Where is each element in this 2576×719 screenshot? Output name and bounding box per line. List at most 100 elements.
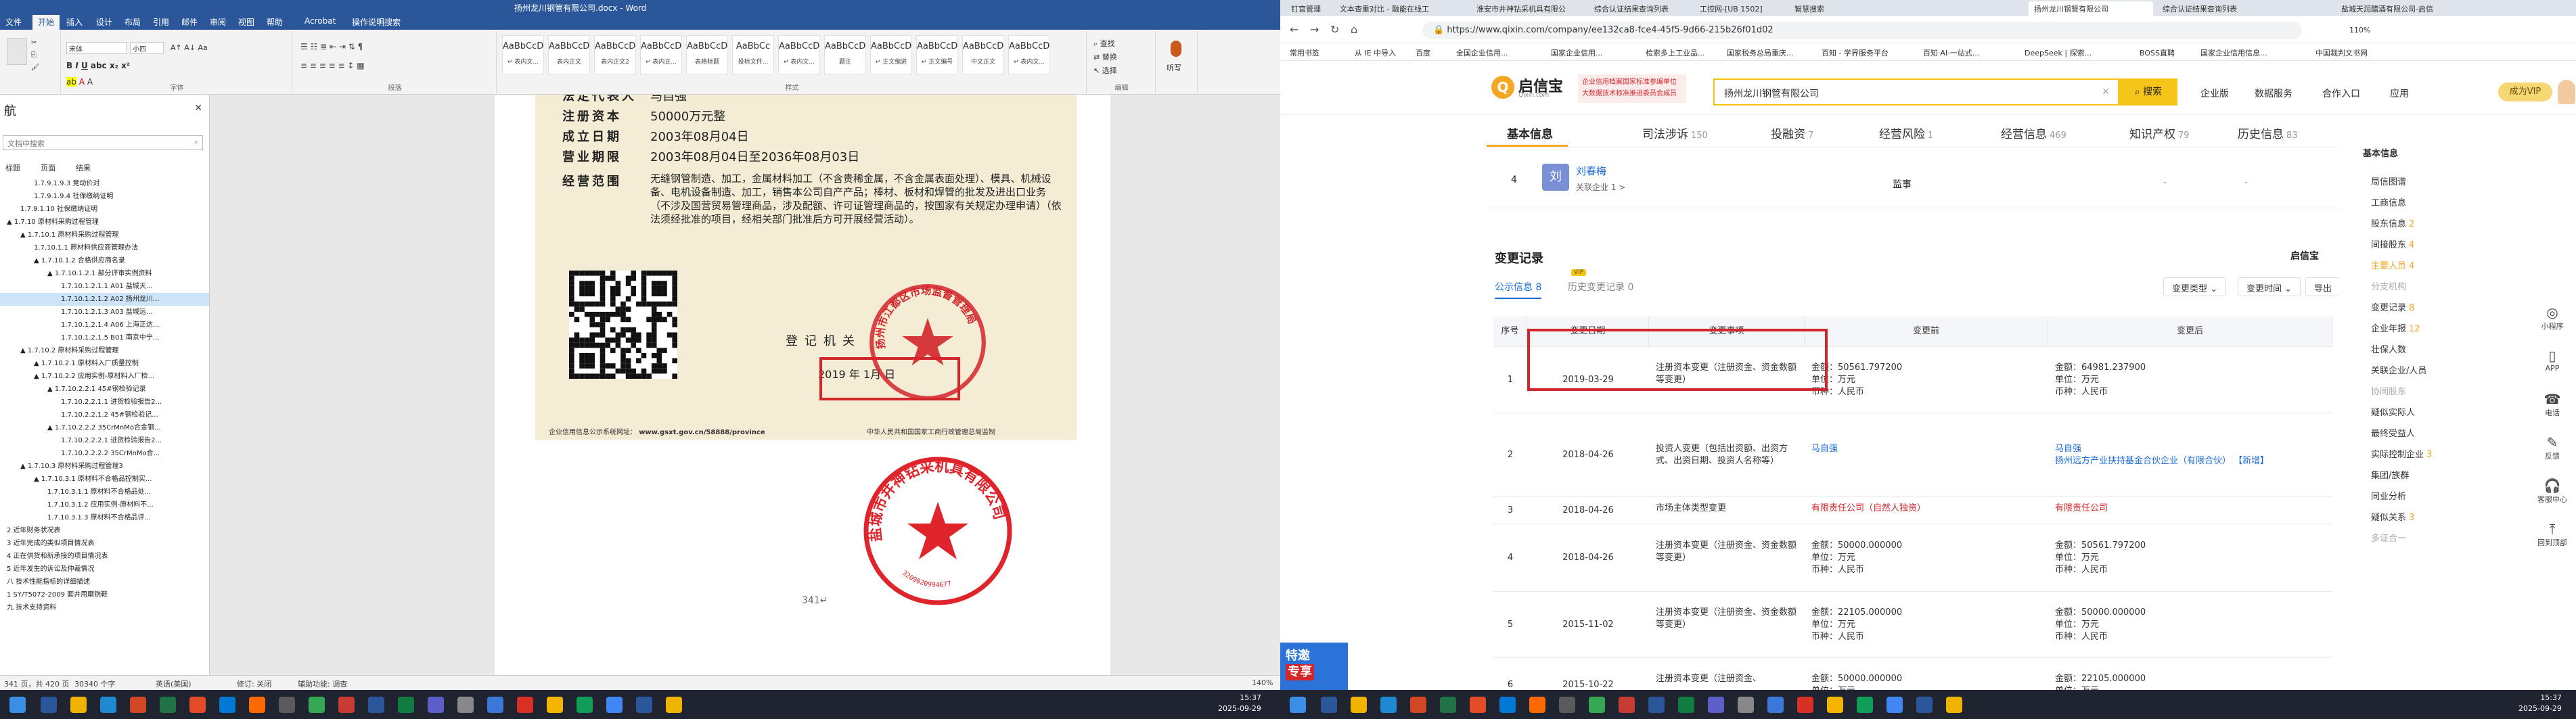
nav-heading-item[interactable]: ▲ 1.7.10.2 原材料采购过程管理	[0, 344, 209, 357]
tab-public-info[interactable]: 公示信息 8	[1495, 280, 1542, 299]
clear-icon[interactable]: ✕	[2102, 87, 2110, 97]
windows-start-icon[interactable]	[9, 697, 26, 713]
taskbar-app-icon[interactable]	[517, 697, 533, 713]
taskbar-app-icon[interactable]	[1738, 697, 1754, 713]
font-style-buttons[interactable]: B I U abc x₂ x²	[66, 61, 130, 70]
taskbar-app-icon[interactable]	[428, 697, 444, 713]
status-revise[interactable]: 修订: 关闭	[237, 678, 271, 689]
sidebar-item[interactable]: 同业分析	[2371, 489, 2406, 502]
taskbar-clock-right[interactable]: 15:37 2025-09-29	[2518, 693, 2562, 714]
company-tab[interactable]: 经营信息 469	[2001, 124, 2066, 141]
document-page[interactable]: 法定代表人 马自强 注册资本 50000万元整 成立日期 2003年08月04日 营业期限 2…	[495, 95, 1110, 675]
nav-heading-item[interactable]: 1.7.10.3.1.2 应用实例-原材料不...	[0, 498, 209, 511]
font-grow-icon[interactable]: A↑ A↓ Aa	[171, 43, 208, 52]
word-tab-8[interactable]: 视图	[238, 16, 254, 28]
sidebar-item[interactable]: 企业年报 12	[2371, 321, 2420, 334]
status-words[interactable]: 30340 个字	[74, 678, 116, 689]
word-tab-9[interactable]: 帮助	[267, 16, 283, 28]
promo-banner[interactable]: 特邀 专享	[1280, 643, 1348, 690]
word-tab-11[interactable]: 操作说明搜索	[352, 16, 401, 28]
word-tab-10[interactable]: Acrobat	[304, 16, 336, 26]
zoom-level[interactable]: 110%	[2349, 26, 2370, 34]
nav-heading-item[interactable]: 1.7.10.3.1.3 原材料不合格品评...	[0, 511, 209, 524]
taskbar-app-icon[interactable]	[160, 697, 176, 713]
nav-heading-item[interactable]: ▲ 1.7.10.1 原材料采购过程管理	[0, 229, 209, 241]
nav-subtab-1[interactable]: 页面	[41, 164, 55, 172]
bookmark-item[interactable]: 百度	[1416, 47, 1430, 58]
taskbar-app-icon[interactable]	[1619, 697, 1635, 713]
font-size-select[interactable]: 小四	[130, 42, 164, 54]
word-tab-1[interactable]: 开始	[32, 15, 60, 30]
taskbar-app-icon[interactable]	[457, 697, 474, 713]
taskbar-app-icon[interactable]	[398, 697, 414, 713]
style-11[interactable]: AaBbCcD ↵ 表内文...	[1008, 35, 1050, 74]
align-buttons[interactable]: ≡ ≡ ≡ ≡ ≡ ↕ ▦	[300, 61, 365, 70]
row-after-line[interactable]: 马自强	[2055, 443, 2326, 455]
nav-heading-item[interactable]: 1.7.10.2.2.1.2 45#钢检验记...	[0, 409, 209, 421]
copy-icon[interactable]: ⎘	[31, 51, 37, 59]
taskbar-app-icon[interactable]	[1886, 697, 1903, 713]
word-tab-2[interactable]: 插入	[66, 16, 83, 28]
bookmark-item[interactable]: 国家企业信用信息...	[2200, 47, 2267, 58]
bookmark-item[interactable]: DeepSeek | 探索...	[2025, 47, 2092, 58]
taskbar-app-icon[interactable]	[219, 697, 235, 713]
nav-heading-item[interactable]: 1.7.10.3.1.1 原材料不合格品处...	[0, 486, 209, 498]
nav-heading-item[interactable]: ▲ 1.7.10.2.2.1 45#钢检验记录	[0, 383, 209, 396]
bookmark-item[interactable]: 从 IE 中导入	[1355, 47, 1396, 58]
microphone-icon[interactable]	[1171, 41, 1181, 57]
taskbar-app-icon[interactable]	[1767, 697, 1784, 713]
browser-tab[interactable]: 钉宫管理	[1286, 1, 1333, 16]
taskbar-app-icon[interactable]	[1559, 697, 1575, 713]
sidebar-item[interactable]: 变更记录 8	[2371, 300, 2414, 313]
taskbar-app-icon[interactable]	[130, 697, 146, 713]
taskbar-app-icon[interactable]	[636, 697, 652, 713]
nav-heading-item[interactable]: 九 技术支持资料	[0, 601, 209, 614]
search-button[interactable]: ⌕ 搜索	[2119, 78, 2177, 106]
bookmark-item[interactable]: 常用书签	[1290, 47, 1319, 58]
nav-heading-item[interactable]: 八 技术性能指标的详细描述	[0, 576, 209, 588]
replace-button[interactable]: ⇄ 替换	[1093, 51, 1117, 62]
taskbar-app-icon[interactable]	[1499, 697, 1516, 713]
nav-heading-item[interactable]: ▲ 1.7.10.1.2 合格供应商名录	[0, 254, 209, 267]
company-search-input[interactable]: 扬州龙川钢管有限公司 ✕	[1713, 78, 2119, 106]
nav-heading-item[interactable]: 1.7.10.2.2.2.2 35CrMnMo合...	[0, 447, 209, 460]
bookmark-item[interactable]: 全国企业信用...	[1456, 47, 1508, 58]
format-painter-icon[interactable]: 🖌	[31, 64, 40, 71]
person-related-link[interactable]: 关联企业 1 >	[1576, 181, 1625, 193]
sidebar-item[interactable]: 疑似实际人	[2371, 405, 2415, 418]
taskbar-app-icon[interactable]	[1678, 697, 1694, 713]
back-icon[interactable]: ←	[1290, 23, 1298, 36]
taskbar-app-icon[interactable]	[666, 697, 682, 713]
windows-start-icon[interactable]	[1290, 697, 1306, 713]
sidebar-item[interactable]: 协同股东	[2371, 384, 2406, 397]
style-9[interactable]: AaBbCcDd ↵ 正文编号	[916, 35, 958, 74]
browser-tab[interactable]: 智慧搜索	[1789, 1, 1857, 16]
bookmark-item[interactable]: 国家企业信用...	[1551, 47, 1603, 58]
browser-tab[interactable]: 文本查重对比 - 融能在线工	[1334, 1, 1467, 16]
filter-button[interactable]: 导出	[2305, 277, 2339, 296]
font-name-select[interactable]: 宋体	[66, 42, 127, 54]
browser-tab[interactable]: 淮安市井神钻采机具有限公	[1471, 1, 1586, 16]
nav-search-input[interactable]: 文档中搜索 ⌕	[3, 135, 203, 150]
word-tab-7[interactable]: 审阅	[210, 16, 226, 28]
nav-heading-item[interactable]: 3 近年完成的类似项目情况表	[0, 537, 209, 550]
select-button[interactable]: ↖ 选择	[1093, 65, 1117, 76]
sidebar-item[interactable]: 关联企业/人员	[2371, 363, 2426, 376]
bookmark-item[interactable]: 百知·AI·一站式...	[1923, 47, 1979, 58]
toolbar-button[interactable]: 🎧 客服中心	[2532, 478, 2573, 505]
forward-icon[interactable]: →	[1310, 23, 1319, 36]
taskbar-app-icon[interactable]	[279, 697, 295, 713]
taskbar-app-icon[interactable]	[249, 697, 265, 713]
top-nav-item[interactable]: 数据服务	[2255, 87, 2292, 100]
status-page[interactable]: 341 页，共 420 页	[4, 678, 69, 689]
top-nav-item[interactable]: 应用	[2390, 87, 2409, 100]
nav-heading-item[interactable]: ▲ 1.7.10.2.1 原材料入厂质量控制	[0, 357, 209, 370]
bookmark-item[interactable]: 检索多上工业品...	[1646, 47, 1705, 58]
status-accessibility[interactable]: 辅助功能: 调查	[298, 678, 347, 689]
browser-tab[interactable]: 盐城天润醋酒有限公司-启信	[2336, 1, 2471, 16]
become-vip-button[interactable]: 成为VIP	[2498, 83, 2552, 101]
company-tab[interactable]: 历史信息 83	[2238, 124, 2298, 141]
nav-heading-item[interactable]: 1.7.10.1.2.1.4 A06 上海正达...	[0, 319, 209, 331]
nav-subtab-2[interactable]: 结果	[76, 164, 91, 172]
paste-icon[interactable]	[7, 38, 27, 65]
